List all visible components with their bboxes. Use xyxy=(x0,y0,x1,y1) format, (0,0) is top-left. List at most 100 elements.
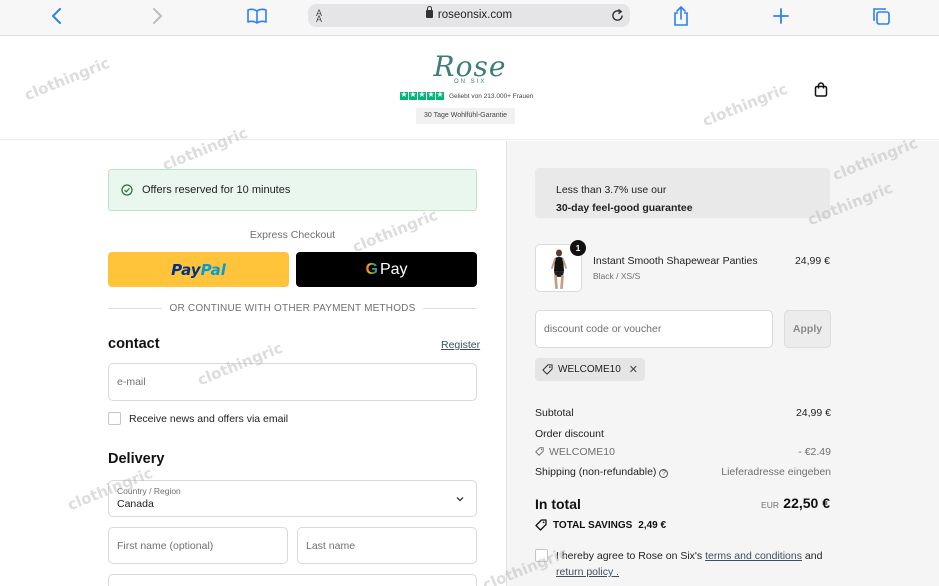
plus-icon xyxy=(773,8,789,24)
first-name-field[interactable]: First name (optional) xyxy=(108,527,288,564)
reservation-notice: Offers reserved for 10 minutes xyxy=(108,169,477,211)
order-discount-label: Order discount xyxy=(535,428,604,440)
newsletter-option[interactable]: Receive news and offers via email xyxy=(108,412,288,425)
order-discount-row: Order discount xyxy=(535,428,831,440)
logo-sub: ON SIX xyxy=(454,79,487,85)
order-summary: Less than 3.7% use our 30-day feel-good … xyxy=(506,141,939,586)
subtotal-value: 24,99 € xyxy=(795,407,831,419)
google-pay-button[interactable]: G Pay xyxy=(296,252,477,287)
total-label: In total xyxy=(535,496,581,512)
star-icon xyxy=(427,89,435,101)
shipping-row: Shipping (non-refundable)? Lieferadresse… xyxy=(535,466,831,478)
help-icon[interactable]: ? xyxy=(659,469,669,478)
terms-and: and xyxy=(804,550,823,562)
applied-code-chip: WELCOME10 ✕ xyxy=(535,358,646,381)
address-bar[interactable]: AA roseonsix.com xyxy=(308,4,630,27)
total-value: 22,50 € xyxy=(783,495,830,511)
express-checkout-label: Express Checkout xyxy=(249,229,336,241)
savings-label: TOTAL SAVINGS xyxy=(553,519,633,531)
chevron-right-icon xyxy=(153,8,162,24)
first-name-placeholder: First name (optional) xyxy=(117,539,214,552)
total-currency: EUR xyxy=(761,500,779,510)
forward-button[interactable] xyxy=(143,4,171,28)
apply-discount-button[interactable]: Apply xyxy=(784,310,831,348)
checkout-form: Offers reserved for 10 minutes Express C… xyxy=(0,141,506,586)
email-placeholder: e-mail xyxy=(117,376,146,388)
discount-code-name: WELCOME10 xyxy=(549,446,615,458)
bookmarks-button[interactable] xyxy=(243,4,271,28)
book-icon xyxy=(247,8,267,24)
shipping-label: Shipping (non-refundable) xyxy=(535,466,657,478)
back-button[interactable] xyxy=(43,4,71,28)
star-icon xyxy=(418,89,426,101)
cart-button[interactable] xyxy=(812,80,830,98)
star-icon xyxy=(400,89,408,101)
last-name-field[interactable]: Last name xyxy=(297,527,477,564)
reload-icon xyxy=(611,8,623,21)
product-price: 24,99 € xyxy=(794,255,830,267)
browser-toolbar: AA roseonsix.com xyxy=(0,0,939,36)
guarantee-line1: Less than 3.7% use our xyxy=(556,184,667,196)
reload-button[interactable] xyxy=(608,6,626,24)
google-g-icon: G xyxy=(365,260,378,278)
share-button[interactable] xyxy=(667,4,695,28)
gpay-label: Pay xyxy=(379,260,408,278)
url-text: roseonsix.com xyxy=(308,6,630,21)
site-logo[interactable]: Rose ON SIX xyxy=(400,52,540,92)
divider-text: OR CONTINUE WITH OTHER PAYMENT METHODS xyxy=(169,302,416,314)
address-field[interactable] xyxy=(108,574,477,586)
chevron-left-icon xyxy=(52,8,61,24)
tag-icon xyxy=(542,364,553,375)
share-icon xyxy=(674,6,688,26)
delivery-heading: Delivery xyxy=(108,451,165,467)
terms-agreement: I hereby agree to Rose on Six's terms an… xyxy=(535,548,835,580)
last-name-placeholder: Last name xyxy=(306,539,356,552)
payment-divider: OR CONTINUE WITH OTHER PAYMENT METHODS xyxy=(108,301,477,315)
paypal-button[interactable]: Pay Pal xyxy=(108,252,289,287)
savings-value: 2,49 € xyxy=(638,519,667,531)
logo-script: Rose xyxy=(433,50,507,83)
subtotal-row: Subtotal 24,99 € xyxy=(535,407,831,419)
terms-link[interactable]: terms and conditions xyxy=(705,550,802,562)
product-variant: Black / XS/S xyxy=(593,271,641,281)
rating-text: Geliebt von 213.000+ Frauen xyxy=(449,92,534,100)
return-policy-link[interactable]: return policy . xyxy=(556,566,619,578)
new-tab-button[interactable] xyxy=(767,4,795,28)
divider-line xyxy=(423,307,477,309)
quantity-badge: 1 xyxy=(570,240,586,256)
discount-placeholder: discount code or voucher xyxy=(544,323,662,335)
email-field[interactable]: e-mail xyxy=(108,363,477,401)
guarantee-line2: 30-day feel-good guarantee xyxy=(556,202,693,214)
remove-code-button[interactable]: ✕ xyxy=(629,364,638,375)
country-value: Canada xyxy=(117,498,154,510)
product-image xyxy=(551,249,567,289)
lock-icon xyxy=(425,6,433,18)
guarantee-box: Less than 3.7% use our 30-day feel-good … xyxy=(535,168,830,218)
tabs-button[interactable] xyxy=(867,4,895,28)
shipping-value: Lieferadresse eingeben xyxy=(721,466,831,478)
subtotal-label: Subtotal xyxy=(535,407,574,419)
register-link[interactable]: Register xyxy=(441,339,480,351)
notice-text: Offers reserved for 10 minutes xyxy=(142,184,291,196)
discount-code-field[interactable]: discount code or voucher xyxy=(535,310,773,348)
paypal-logo-part2: Pal xyxy=(200,260,226,279)
discount-code-row: WELCOME10 - €2.49 xyxy=(535,446,831,458)
chevron-down-icon xyxy=(456,497,464,502)
star-icon xyxy=(436,89,444,101)
terms-prefix: I hereby agree to Rose on Six's xyxy=(556,550,703,562)
divider-line xyxy=(108,307,162,309)
check-circle-icon xyxy=(121,184,133,196)
discount-value: - €2.49 xyxy=(798,446,831,458)
site-header: Rose ON SIX Geliebt von 213.000+ Frauen … xyxy=(0,36,939,140)
tag-icon xyxy=(535,519,547,531)
guarantee-pill: 30 Tage Wohlfühl-Garantie xyxy=(416,108,516,124)
country-select[interactable]: Country / Region Canada xyxy=(108,480,477,517)
paypal-logo-part1: Pay xyxy=(171,260,201,279)
newsletter-label: Receive news and offers via email xyxy=(129,412,289,425)
terms-checkbox[interactable] xyxy=(535,549,548,562)
total-savings: TOTAL SAVINGS 2,49 € xyxy=(535,519,666,531)
contact-heading: contact xyxy=(108,336,160,352)
terms-text: I hereby agree to Rose on Six's terms an… xyxy=(556,548,822,580)
newsletter-checkbox[interactable] xyxy=(108,412,121,425)
applied-code: WELCOME10 xyxy=(558,364,621,375)
